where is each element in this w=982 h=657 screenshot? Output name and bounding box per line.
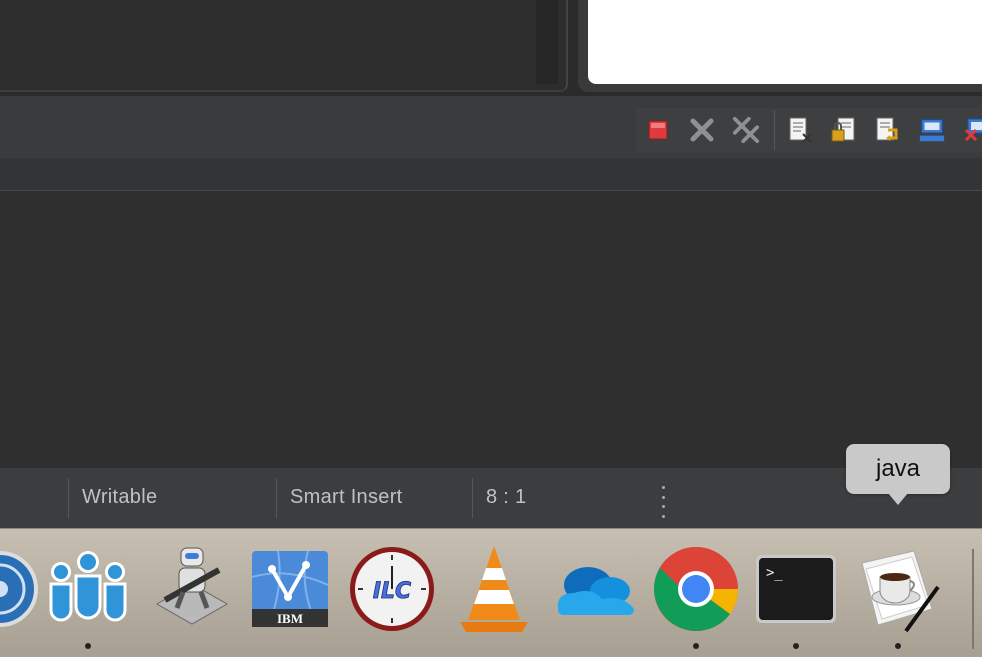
status-separator [68, 478, 69, 518]
clear-console-icon[interactable] [786, 116, 814, 144]
chrome-icon[interactable] [650, 543, 742, 635]
terminal-icon[interactable]: >_ [750, 543, 842, 635]
ibm-label: IBM [277, 611, 303, 626]
writable-status: Writable [82, 486, 158, 508]
java-coffee-icon[interactable] [852, 543, 944, 635]
cursor-position-status: 8 : 1 [486, 486, 527, 508]
dock: IBM ILC >_ [0, 528, 982, 657]
ilc-clock-icon[interactable]: ILC [346, 543, 438, 635]
scroll-lock-icon[interactable] [830, 116, 858, 144]
running-indicator [793, 643, 799, 649]
onedrive-icon[interactable] [550, 543, 642, 635]
system-preferences-icon[interactable] [0, 543, 46, 635]
running-indicator [85, 643, 91, 649]
automator-icon[interactable] [146, 543, 238, 635]
toolbar-separator [774, 110, 775, 150]
ibm-app-icon[interactable]: IBM [244, 543, 336, 635]
running-indicator [693, 643, 699, 649]
remove-all-terminated-icon[interactable] [732, 116, 760, 144]
status-bar: Writable Smart Insert 8 : 1 [0, 468, 982, 528]
console-toolbar [636, 108, 982, 152]
console-output-area[interactable] [0, 191, 982, 468]
word-wrap-icon[interactable] [874, 116, 902, 144]
editor-scrollbar[interactable] [536, 0, 558, 84]
console-tab-bar [0, 158, 982, 191]
status-separator [472, 478, 473, 518]
teams-icon[interactable] [42, 543, 134, 635]
terminal-prompt: >_ [766, 565, 783, 581]
status-bar-drag-handle[interactable] [660, 486, 666, 518]
insert-mode-status: Smart Insert [290, 486, 403, 508]
remove-launch-icon[interactable] [688, 116, 716, 144]
status-separator [276, 478, 277, 518]
terminate-icon[interactable] [644, 116, 672, 144]
dock-divider [972, 549, 974, 649]
running-indicator [895, 643, 901, 649]
vlc-icon[interactable] [448, 543, 540, 635]
right-editor-pane[interactable] [578, 0, 982, 92]
left-editor-pane[interactable] [0, 0, 568, 92]
dock-tooltip: java [846, 444, 950, 494]
display-selected-console-icon[interactable] [918, 116, 946, 144]
tooltip-arrow [888, 493, 908, 505]
right-editor-canvas[interactable] [588, 0, 982, 84]
close-console-icon[interactable] [962, 116, 982, 144]
